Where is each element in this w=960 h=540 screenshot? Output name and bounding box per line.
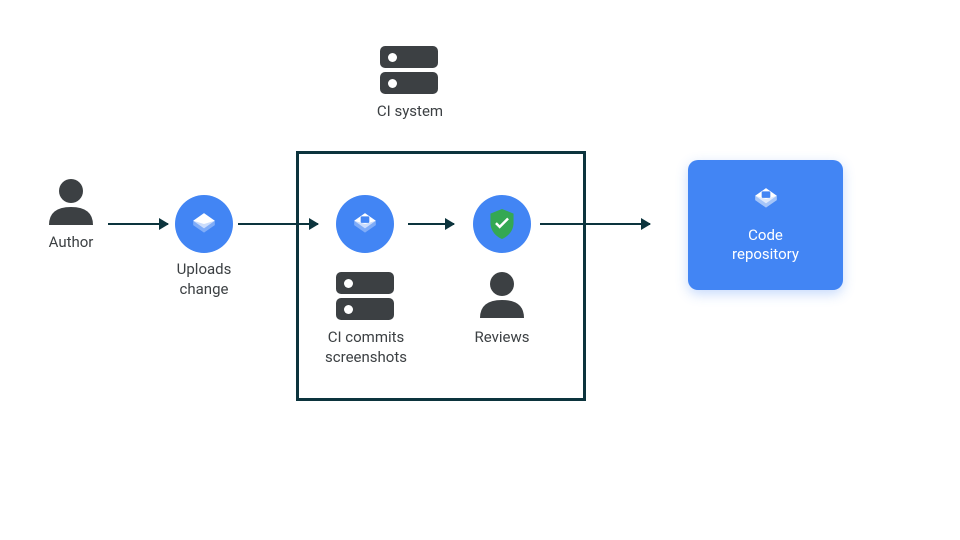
arrow-icon <box>408 223 454 225</box>
server-unit-icon <box>336 298 394 320</box>
uploads-change-node <box>175 195 233 253</box>
reviews-label: Reviews <box>470 328 534 348</box>
uploads-change-label: Uploads change <box>167 260 241 299</box>
ci-commits-node <box>336 195 394 253</box>
arrow-icon <box>108 223 168 225</box>
server-unit-icon <box>336 272 394 294</box>
server-unit-icon <box>380 46 438 68</box>
author-label: Author <box>40 233 102 253</box>
layers-icon <box>191 211 217 237</box>
layers-image-icon <box>753 186 779 212</box>
code-repository-label: Code repository <box>732 226 799 265</box>
arrow-icon <box>540 223 650 225</box>
shield-check-icon <box>488 209 516 239</box>
layers-image-icon <box>352 211 378 237</box>
ci-server-icon <box>336 272 394 324</box>
ci-system-server-icon <box>380 46 438 98</box>
ci-system-label: CI system <box>370 102 450 122</box>
reviews-node <box>473 195 531 253</box>
server-unit-icon <box>380 72 438 94</box>
code-repository-card: Code repository <box>688 160 843 290</box>
reviewer-person-icon <box>480 272 524 318</box>
author-person-icon <box>49 179 93 225</box>
ci-commits-label: CI commits screenshots <box>320 328 412 367</box>
